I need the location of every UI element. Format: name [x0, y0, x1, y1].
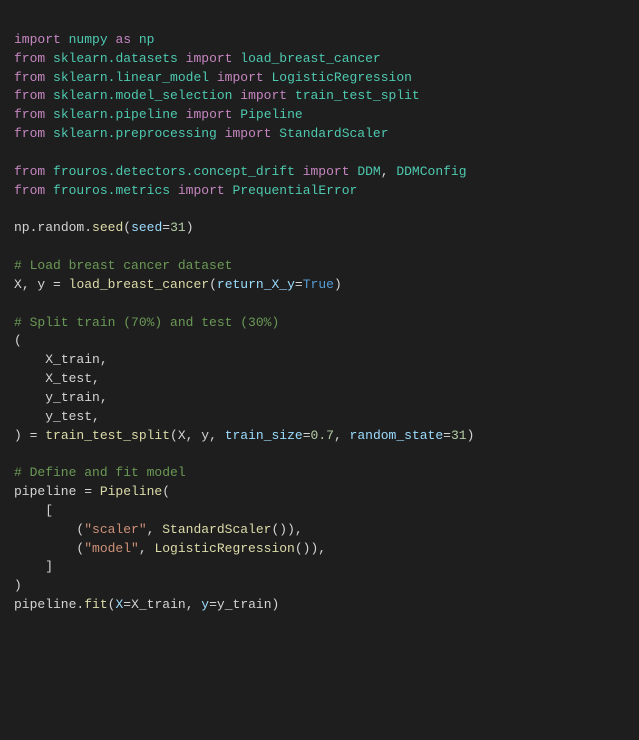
line: ) — [14, 578, 22, 593]
line: pipeline = Pipeline( — [14, 484, 170, 499]
line: ) = train_test_split(X, y, train_size=0.… — [14, 428, 474, 443]
line: y_train, — [14, 390, 108, 405]
line: from sklearn.model_selection import trai… — [14, 88, 420, 103]
line: ("scaler", StandardScaler()), — [14, 522, 303, 537]
line: import numpy as np — [14, 32, 154, 47]
line: # Load breast cancer dataset — [14, 258, 232, 273]
line: pipeline.fit(X=X_train, y=y_train) — [14, 597, 279, 612]
line: from sklearn.linear_model import Logisti… — [14, 70, 412, 85]
line: np.random.seed(seed=31) — [14, 220, 194, 235]
line: from sklearn.preprocessing import Standa… — [14, 126, 389, 141]
code-block: import numpy as np from sklearn.datasets… — [0, 19, 639, 627]
line: ( — [14, 333, 22, 348]
line: # Split train (70%) and test (30%) — [14, 315, 279, 330]
line: X_test, — [14, 371, 100, 386]
line: from sklearn.pipeline import Pipeline — [14, 107, 303, 122]
line: y_test, — [14, 409, 100, 424]
line: from sklearn.datasets import load_breast… — [14, 51, 381, 66]
line: ("model", LogisticRegression()), — [14, 541, 326, 556]
line: X_train, — [14, 352, 108, 367]
line: X, y = load_breast_cancer(return_X_y=Tru… — [14, 277, 342, 292]
line: from frouros.metrics import PrequentialE… — [14, 183, 357, 198]
line: # Define and fit model — [14, 465, 186, 480]
line: from frouros.detectors.concept_drift imp… — [14, 164, 467, 179]
line: ] — [14, 559, 53, 574]
line: [ — [14, 503, 53, 518]
